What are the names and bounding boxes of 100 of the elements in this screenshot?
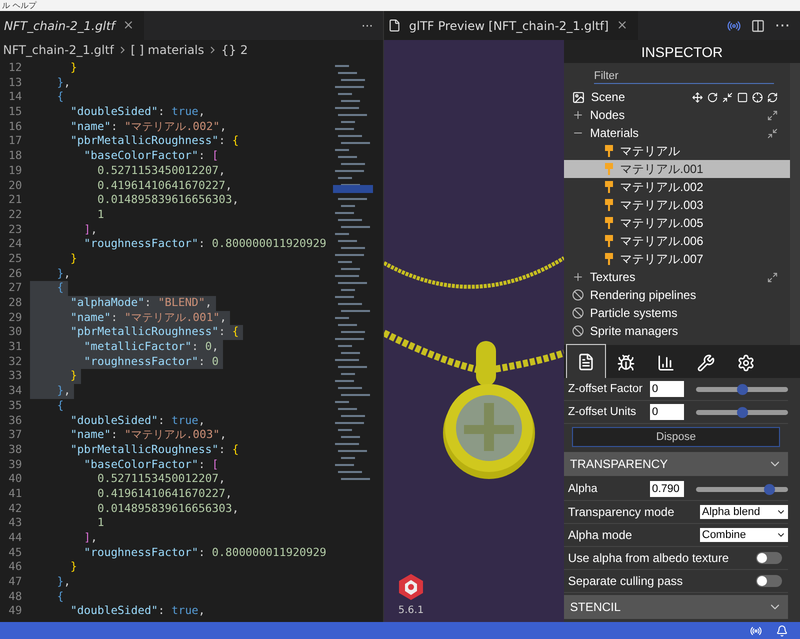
expand-icon xyxy=(572,109,584,121)
tree-item[interactable]: マテリアル.002 xyxy=(564,178,790,196)
remote-icon[interactable] xyxy=(750,624,762,636)
filter-field[interactable]: Filter xyxy=(594,69,774,84)
dispose-button[interactable]: Dispose xyxy=(572,427,780,447)
slider-track[interactable] xyxy=(696,386,788,392)
tree-item[interactable]: マテリアル xyxy=(564,142,790,160)
line-number: 47 xyxy=(8,575,23,590)
menu-bar: ル ヘルプ xyxy=(0,0,800,11)
code-line: "baseColorFactor": [ xyxy=(82,458,220,472)
line-number: 45 xyxy=(8,546,23,560)
line-number: 37 xyxy=(8,428,23,443)
property-label: Separate culling pass xyxy=(568,574,684,588)
property-label: Use alpha from albedo texture xyxy=(568,551,730,565)
number-field[interactable]: 0 xyxy=(650,404,684,420)
tree-item[interactable]: Rendering pipelines xyxy=(564,286,790,304)
brush-icon xyxy=(604,163,614,175)
bounding-box-icon[interactable] xyxy=(737,92,748,102)
code-line: } xyxy=(69,61,78,76)
wrench-icon xyxy=(697,354,715,372)
code-line: 0.014895839616656303, xyxy=(96,193,240,208)
version-label: 5.6.1 xyxy=(398,605,424,616)
number-field[interactable]: 0.790 xyxy=(650,481,684,497)
line-number: 14 xyxy=(8,90,23,106)
line-number: 33 xyxy=(8,369,23,384)
breadcrumb[interactable]: {} 2 xyxy=(221,42,248,56)
bell-icon[interactable] xyxy=(776,624,788,636)
brush-icon xyxy=(604,145,614,157)
tree-item[interactable]: マテリアル.007 xyxy=(564,250,790,268)
line-number: 13 xyxy=(8,76,23,90)
property-label: Transparency mode xyxy=(568,505,676,519)
slider-thumb[interactable] xyxy=(737,406,748,418)
slider-thumb[interactable] xyxy=(737,384,748,394)
brush-icon xyxy=(604,235,614,247)
line-number: 44 xyxy=(8,531,23,546)
tree-item[interactable]: Textures xyxy=(564,268,790,286)
dropdown[interactable]: Alpha blend xyxy=(700,505,788,519)
tree-item[interactable]: マテリアル.005 xyxy=(564,214,790,232)
line-number: 36 xyxy=(8,414,23,428)
expand-all-icon[interactable] xyxy=(767,110,778,120)
tree-item[interactable]: マテリアル.001 xyxy=(564,160,790,178)
tree-item[interactable]: Materials xyxy=(564,124,790,142)
breadcrumb[interactable]: [ ] materials xyxy=(130,42,204,56)
line-number: 34 xyxy=(8,384,23,399)
code-line: ], xyxy=(82,531,98,546)
line-number: 46 xyxy=(8,560,23,576)
property-label: Alpha xyxy=(568,483,598,495)
line-number: 41 xyxy=(8,486,23,502)
code-line: }, xyxy=(56,76,72,90)
broadcast-icon[interactable] xyxy=(726,18,741,32)
split-editor-icon[interactable] xyxy=(750,18,765,32)
toggle-switch[interactable] xyxy=(756,575,782,587)
code-line: 0.41961410641670227, xyxy=(96,178,234,194)
line-number: 20 xyxy=(8,178,23,194)
code-line: 0.5271153450012207, xyxy=(96,472,226,487)
inspector-title: INSPECTOR xyxy=(564,40,800,63)
tree-item[interactable]: Particle systems xyxy=(564,304,790,322)
editor-tab[interactable]: NFT_chain-2_1.gltf × xyxy=(0,11,144,40)
tree-item[interactable]: Sprite managers xyxy=(564,322,790,340)
3d-viewport[interactable]: 5.6.1 xyxy=(384,40,564,622)
dropdown[interactable]: Combine xyxy=(700,528,788,542)
number-field[interactable]: 0 xyxy=(650,381,684,397)
slider-track[interactable] xyxy=(696,410,788,414)
code-line: "roughnessFactor": 0.800000011920929 xyxy=(82,237,328,252)
inspector-tab[interactable] xyxy=(566,344,606,378)
line-number: 28 xyxy=(8,296,23,311)
tree-item[interactable]: Scene xyxy=(564,88,790,106)
preview-tab[interactable]: glTF Preview [NFT_chain-2_1.gltf] × xyxy=(384,11,638,40)
crosshair-icon[interactable] xyxy=(752,92,763,102)
move-icon[interactable] xyxy=(692,92,703,102)
collapse-all-icon[interactable] xyxy=(767,128,778,138)
line-number: 38 xyxy=(8,442,23,458)
toggle-switch[interactable] xyxy=(756,552,782,564)
tree-item[interactable]: マテリアル.006 xyxy=(564,232,790,250)
line-number: 35 xyxy=(8,398,23,414)
scale-icon[interactable] xyxy=(722,92,733,102)
more-button[interactable]: ··· xyxy=(774,16,790,35)
more-button[interactable]: ··· xyxy=(352,18,383,32)
slider-track[interactable] xyxy=(696,486,788,492)
disabled-icon xyxy=(572,307,584,319)
tree-item[interactable]: マテリアル.003 xyxy=(564,196,790,214)
code-line: "roughnessFactor": 0.800000011920929 xyxy=(82,546,328,560)
bug-icon xyxy=(617,354,635,372)
rotate-icon[interactable] xyxy=(707,92,718,102)
code-line: 0.41961410641670227, xyxy=(96,486,234,502)
expand-all-icon[interactable] xyxy=(767,272,778,282)
code-line: } xyxy=(69,560,78,576)
brush-icon xyxy=(604,217,614,229)
slider-thumb[interactable] xyxy=(764,484,775,494)
line-number: 43 xyxy=(8,516,23,531)
refresh-icon[interactable] xyxy=(767,92,778,102)
tree-item[interactable]: Nodes xyxy=(564,106,790,124)
line-number: 23 xyxy=(8,222,23,238)
code-line: 1 xyxy=(96,208,106,223)
line-number: 18 xyxy=(8,149,23,164)
disabled-icon xyxy=(572,325,584,337)
section-header[interactable]: TRANSPARENCY xyxy=(564,452,788,476)
breadcrumb[interactable]: NFT_chain-2_1.gltf xyxy=(3,42,114,56)
scrollbar[interactable] xyxy=(790,63,800,345)
section-header[interactable]: STENCIL xyxy=(564,595,788,619)
